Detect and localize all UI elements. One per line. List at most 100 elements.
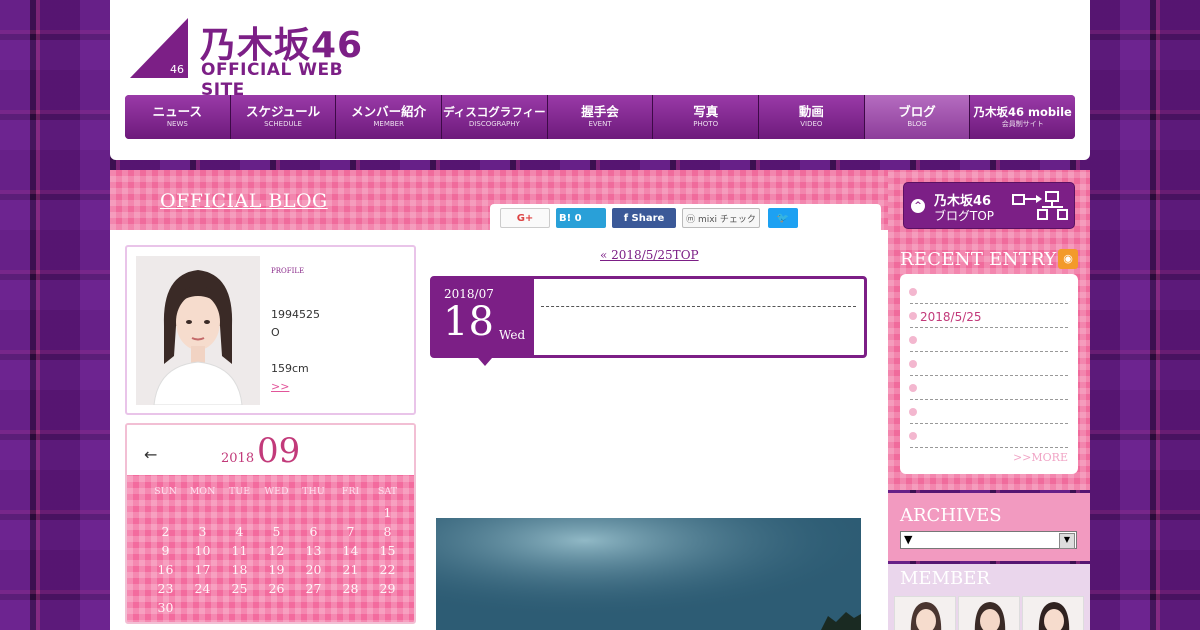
site-logo[interactable]: 46 乃木坂46 OFFICIAL WEB SITE — [130, 18, 390, 100]
calendar-body: SUN MON TUE WED THU FRI SAT 1 2 3 4 5 6 7 8 9 10 11 12 13 14… — [127, 475, 414, 622]
recent-entry-item[interactable] — [909, 280, 1068, 304]
nav-event[interactable]: 握手会 EVENT — [547, 95, 654, 139]
calendar-prev-arrow-icon[interactable]: ← — [144, 445, 157, 464]
calendar-day[interactable]: 15 — [369, 541, 406, 560]
site-header: 46 乃木坂46 OFFICIAL WEB SITE ニュース NEWS スケジュ… — [110, 0, 1090, 160]
calendar-day[interactable]: 17 — [184, 560, 221, 579]
calendar-day — [258, 503, 295, 522]
archives-select[interactable]: ▼ — [900, 531, 1077, 549]
nav-photo[interactable]: 写真 PHOTO — [653, 95, 760, 139]
calendar-day[interactable]: 28 — [332, 579, 369, 598]
calendar-day[interactable]: 18 — [221, 560, 258, 579]
calendar-day — [184, 503, 221, 522]
calendar-day — [295, 598, 332, 617]
calendar-day[interactable]: 23 — [147, 579, 184, 598]
calendar-day[interactable]: 6 — [295, 522, 332, 541]
calendar-day[interactable]: 2 — [147, 522, 184, 541]
calendar-day — [184, 598, 221, 617]
profile-height: 159cm — [271, 362, 309, 375]
calendar-day — [295, 503, 332, 522]
facebook-share-button[interactable]: f Share — [612, 208, 676, 228]
blog-top-line2: ブログTOP — [934, 209, 995, 223]
nav-discography[interactable]: ディスコグラフィー DISCOGRAPHY — [442, 95, 548, 139]
recent-entry-item[interactable] — [909, 352, 1068, 376]
calendar-day[interactable]: 14 — [332, 541, 369, 560]
calendar-day[interactable]: 27 — [295, 579, 332, 598]
profile-box: PROFILE 1994525 O 159cm >> — [125, 245, 416, 415]
nav-news[interactable]: ニュース NEWS — [125, 95, 231, 139]
profile-blood-type: O — [271, 326, 280, 339]
calendar-day[interactable]: 26 — [258, 579, 295, 598]
calendar-day — [332, 598, 369, 617]
calendar-day[interactable]: 29 — [369, 579, 406, 598]
member-thumbnail[interactable] — [1022, 596, 1084, 630]
nav-mobile[interactable]: 乃木坂46 mobile 会員制サイト — [970, 95, 1075, 139]
post-date: 2018/07 18 Wed — [433, 279, 534, 355]
calendar-day[interactable]: 5 — [258, 522, 295, 541]
profile-label: PROFILE — [271, 267, 305, 275]
hatena-bookmark-button[interactable]: B! 0 — [556, 208, 606, 228]
mixi-check-button[interactable]: ⓜ mixi チェック — [682, 208, 760, 228]
main-nav: ニュース NEWS スケジュール SCHEDULE メンバー紹介 MEMBER ディス… — [125, 95, 1075, 139]
calendar-day[interactable]: 16 — [147, 560, 184, 579]
post-weekday: Wed — [499, 328, 526, 342]
sitemap-icon — [1012, 191, 1068, 220]
member-title: MEMBER — [900, 568, 990, 589]
profile-birthday: 1994525 — [271, 308, 320, 321]
calendar-day[interactable]: 25 — [221, 579, 258, 598]
blog-top-button[interactable]: ^ 乃木坂46 ブログTOP — [903, 182, 1075, 229]
recent-entry-item[interactable] — [909, 424, 1068, 448]
member-section: MEMBER — [888, 564, 1090, 630]
nav-member[interactable]: メンバー紹介 MEMBER — [336, 95, 443, 139]
date-pointer — [478, 358, 492, 366]
member-thumbnail[interactable] — [958, 596, 1020, 630]
calendar-weekday: TUE — [228, 486, 251, 497]
calendar-day[interactable]: 19 — [258, 560, 295, 579]
nav-schedule[interactable]: スケジュール SCHEDULE — [230, 95, 337, 139]
google-plus-button[interactable]: G+ — [500, 208, 550, 228]
calendar-day[interactable]: 30 — [147, 598, 184, 617]
calendar-day[interactable]: 20 — [295, 560, 332, 579]
twitter-button[interactable]: 🐦 — [768, 208, 798, 228]
calendar-day[interactable]: 8 — [369, 522, 406, 541]
nav-blog[interactable]: ブログ BLOG — [864, 95, 971, 139]
calendar-day[interactable]: 9 — [147, 541, 184, 560]
calendar-weekday: WED — [264, 486, 289, 497]
sidebar: ^ 乃木坂46 ブログTOP RECENT ENTRY ◉ 2018/5/25 — [888, 170, 1090, 630]
calendar-day[interactable]: 11 — [221, 541, 258, 560]
calendar-day[interactable]: 7 — [332, 522, 369, 541]
calendar-day[interactable]: 10 — [184, 541, 221, 560]
post-navigation[interactable]: « 2018/5/25TOP — [600, 248, 699, 262]
sidebar-recent: ^ 乃木坂46 ブログTOP RECENT ENTRY ◉ 2018/5/25 — [888, 170, 1090, 490]
member-thumbnail[interactable] — [894, 596, 956, 630]
calendar-day[interactable]: 13 — [295, 541, 332, 560]
logo-english: OFFICIAL WEB SITE — [201, 60, 344, 100]
recent-entry-title: RECENT ENTRY — [900, 249, 1057, 270]
calendar-day — [221, 503, 258, 522]
calendar-day[interactable]: 12 — [258, 541, 295, 560]
calendar-day[interactable]: 1 — [369, 503, 406, 522]
calendar-weekday: SAT — [377, 486, 398, 497]
rss-icon[interactable]: ◉ — [1058, 249, 1078, 269]
archives-section: ARCHIVES ▼ — [888, 493, 1090, 561]
recent-entry-item[interactable] — [909, 376, 1068, 400]
recent-entry-item[interactable] — [909, 400, 1068, 424]
archives-title: ARCHIVES — [900, 505, 1002, 526]
calendar-day[interactable]: 24 — [184, 579, 221, 598]
blog-content: OFFICIAL BLOG G+ B! 0 f Share ⓜ mixi チェッ… — [110, 170, 888, 630]
recent-entry-item[interactable]: 2018/5/25 — [909, 304, 1068, 328]
calendar-day[interactable]: 22 — [369, 560, 406, 579]
calendar-weekday: MON — [189, 486, 216, 497]
nav-video[interactable]: 動画 VIDEO — [759, 95, 865, 139]
blog-title[interactable]: OFFICIAL BLOG — [160, 190, 328, 212]
calendar-day[interactable]: 21 — [332, 560, 369, 579]
profile-more-link[interactable]: >> — [271, 380, 289, 393]
recent-more-link[interactable]: >>MORE — [1013, 451, 1068, 464]
member-thumbnails — [894, 596, 1084, 630]
calendar-day[interactable]: 3 — [184, 522, 221, 541]
calendar-day[interactable]: 4 — [221, 522, 258, 541]
calendar-grid: SUN MON TUE WED THU FRI SAT 1 2 3 4 5 6 7 8 9 10 11 12 13 14… — [147, 485, 406, 617]
recent-entry-item[interactable] — [909, 328, 1068, 352]
chevron-up-icon: ^ — [911, 199, 925, 213]
social-share-bar: G+ B! 0 f Share ⓜ mixi チェック 🐦 — [490, 204, 881, 232]
